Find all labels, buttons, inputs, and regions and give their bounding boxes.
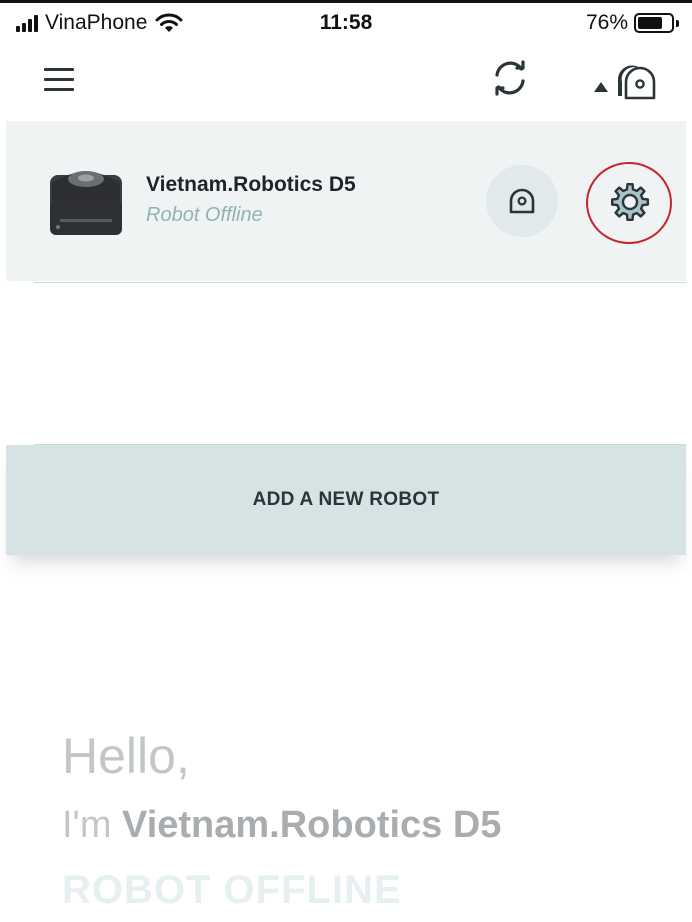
sync-icon[interactable] xyxy=(490,58,530,98)
battery-icon xyxy=(634,13,679,33)
hamburger-menu-icon[interactable] xyxy=(44,68,76,92)
greeting-status: ROBOT OFFLINE xyxy=(62,868,402,912)
status-bar: VinaPhone 11:58 76% xyxy=(0,3,692,41)
battery-percent: 76% xyxy=(585,11,628,34)
robot-card[interactable]: Vietnam.Robotics D5 Robot Offline xyxy=(6,121,686,281)
battery-level-fill xyxy=(638,17,663,29)
robot-status: Robot Offline xyxy=(146,204,263,226)
robot-image xyxy=(50,171,122,235)
greeting-hello: Hello, xyxy=(62,728,190,784)
add-robot-label: ADD A NEW ROBOT xyxy=(252,489,440,510)
robot-name[interactable]: Vietnam.Robotics D5 xyxy=(146,173,356,197)
add-robot-button[interactable]: ADD A NEW ROBOT xyxy=(6,445,686,555)
robot-action-button[interactable] xyxy=(486,165,558,237)
robot-icon xyxy=(509,188,535,214)
greeting-robot-line: I'm Vietnam.Robotics D5 xyxy=(62,804,501,847)
robot-switch-icon[interactable] xyxy=(588,56,662,102)
settings-highlight-circle xyxy=(586,162,672,244)
greeting-robot-name: Vietnam.Robotics D5 xyxy=(122,804,502,846)
battery-info: 76% xyxy=(585,11,679,35)
card-divider xyxy=(34,282,686,283)
greeting-prefix: I'm xyxy=(62,804,112,846)
